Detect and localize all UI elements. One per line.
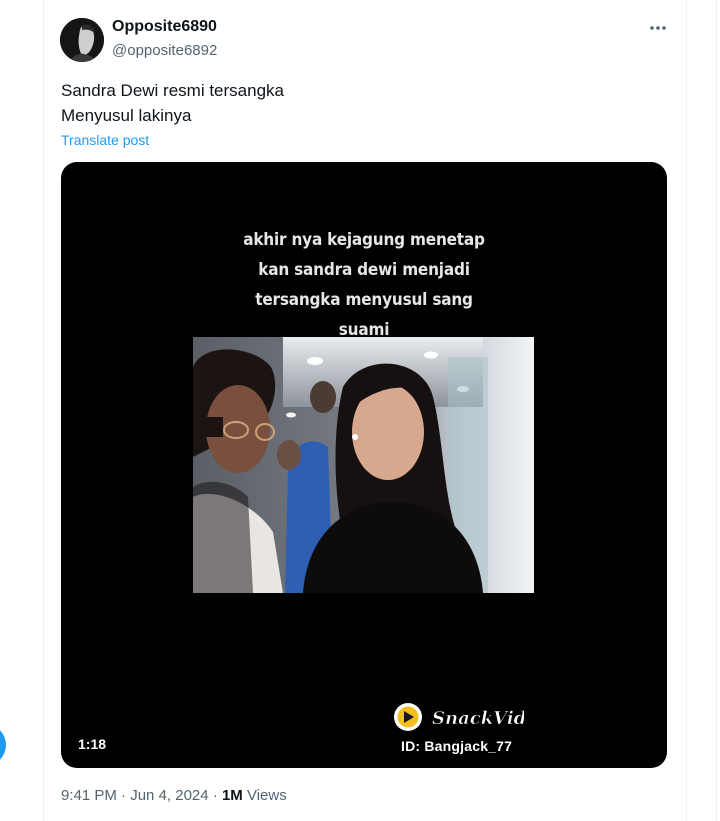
author-display-name[interactable]: Opposite6890	[112, 18, 217, 36]
video-player[interactable]: akhir nya kejagung menetap kan sandra de…	[61, 162, 667, 768]
video-frame-image	[193, 337, 534, 593]
video-caption-line: akhir nya kejagung menetap	[243, 230, 485, 250]
snackvideo-logo-icon: SnackVideo	[394, 703, 550, 731]
translate-post-link[interactable]: Translate post	[61, 132, 149, 148]
post-meta: 9:41 PM · Jun 4, 2024 · 1M Views	[61, 787, 287, 804]
post-date[interactable]: Jun 4, 2024	[130, 787, 208, 804]
video-caption-line: kan sandra dewi menjadi	[258, 260, 470, 280]
post-text-line: Sandra Dewi resmi tersangka	[61, 81, 284, 100]
watermark-id: ID: Bangjack_77	[401, 738, 513, 754]
views-label: Views	[246, 787, 287, 804]
video-frame-illustration	[193, 337, 534, 593]
meta-separator: ·	[212, 787, 218, 804]
post-page: Opposite6890 @opposite6892 Sandra Dewi r…	[0, 0, 720, 821]
video-caption-line: tersangka menyusul sang	[255, 290, 473, 310]
video-duration: 1:18	[78, 736, 107, 752]
views-count: 1M	[221, 787, 243, 804]
more-options-button[interactable]	[644, 16, 672, 40]
svg-text:SnackVideo: SnackVideo	[432, 708, 524, 729]
post-time[interactable]: 9:41 PM	[61, 787, 117, 804]
compose-fab-partial[interactable]	[0, 724, 6, 766]
post-text-line: Menyusul lakinya	[61, 106, 192, 125]
sidebar-divider	[716, 0, 717, 821]
more-horizontal-icon	[650, 26, 666, 30]
avatar[interactable]	[60, 18, 104, 62]
timeline-divider-left	[43, 0, 44, 821]
meta-separator: ·	[121, 787, 127, 804]
author-handle[interactable]: @opposite6892	[112, 42, 217, 59]
snackvideo-watermark: SnackVideo	[392, 700, 550, 739]
avatar-portrait-icon	[60, 18, 104, 62]
post-text: Sandra Dewi resmi tersangka Menyusul lak…	[61, 78, 284, 128]
timeline-divider-right	[686, 0, 687, 821]
